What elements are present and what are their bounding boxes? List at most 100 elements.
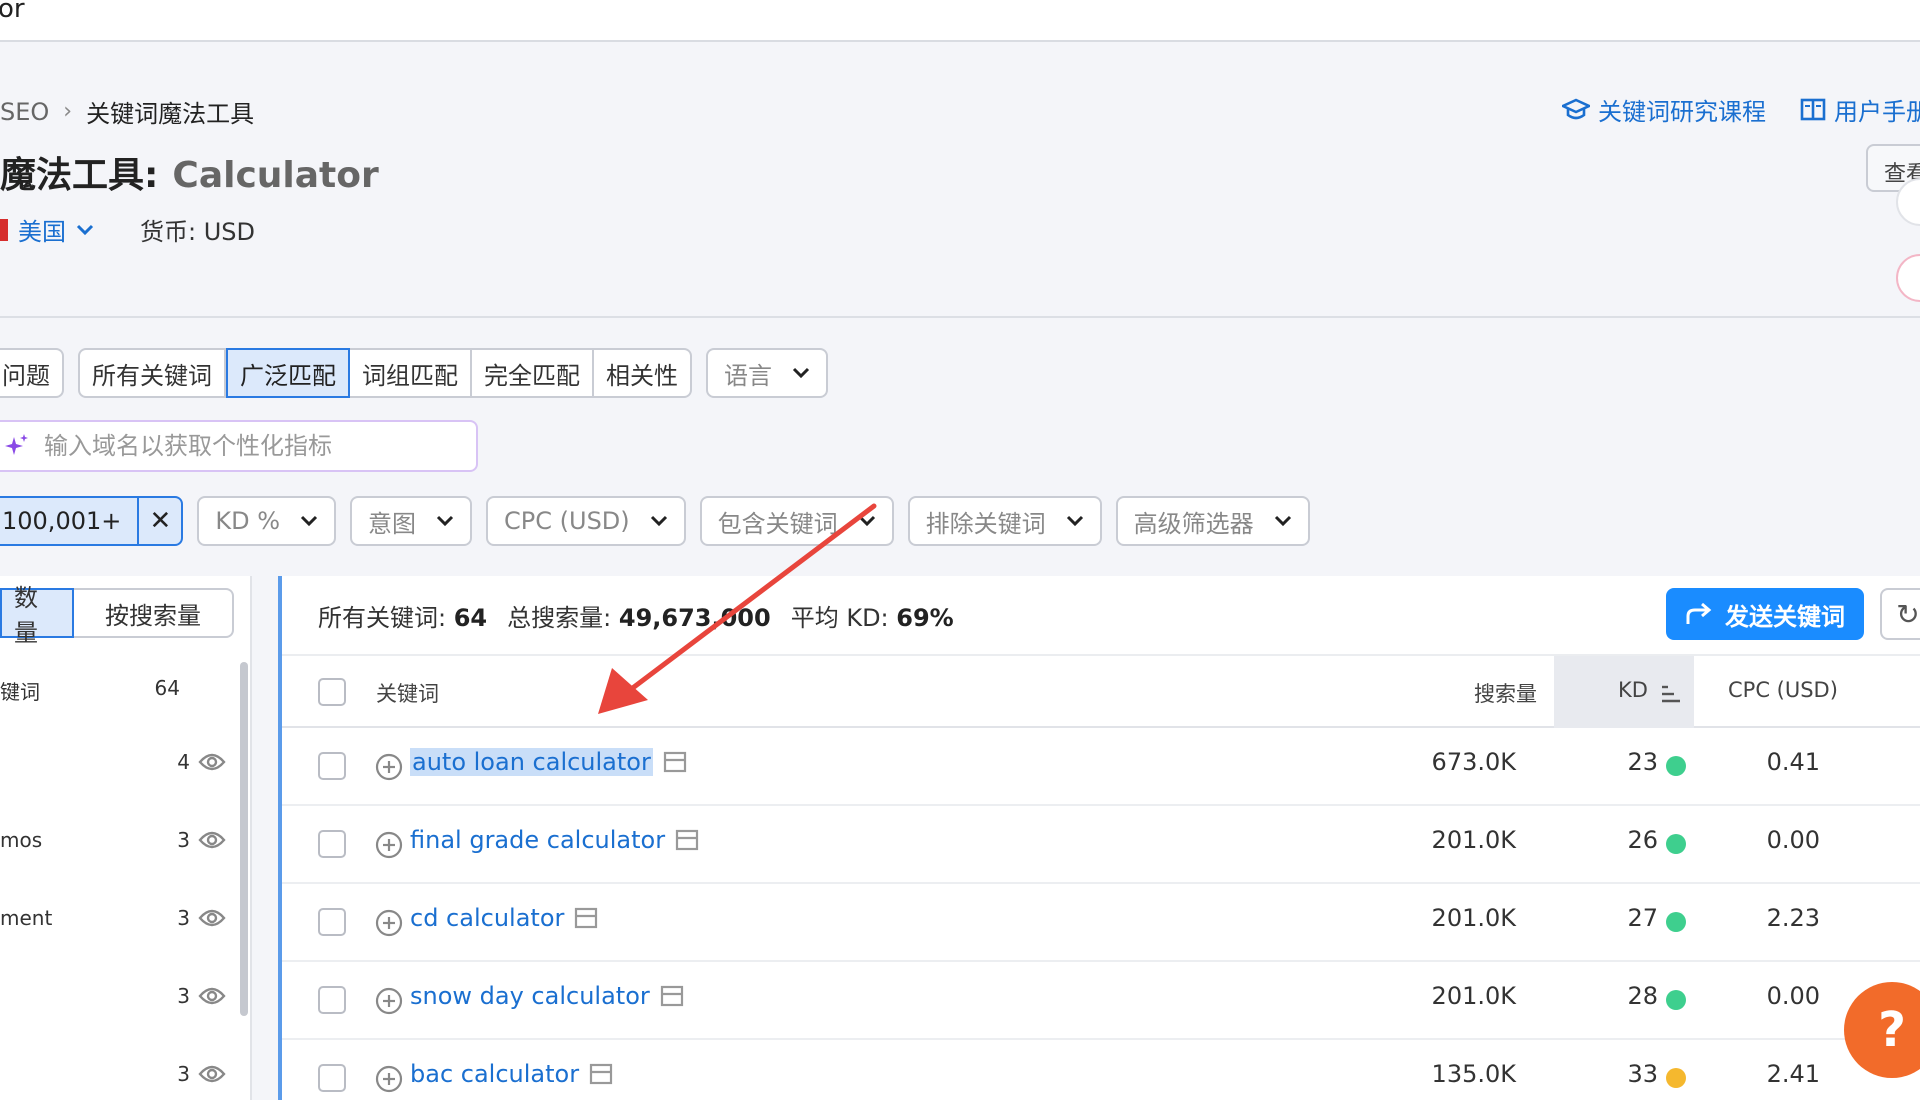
summary-kd-label: 平均 KD: [790, 604, 889, 632]
kd-status-dot [1666, 756, 1686, 776]
include-keywords-label: 包含关键词 [717, 509, 838, 538]
breadcrumb-seo[interactable]: SEO [0, 98, 49, 126]
us-flag-icon [0, 218, 8, 241]
advanced-filter-dropdown[interactable]: 高级筛选器 [1115, 496, 1310, 546]
chevron-down-icon [792, 367, 810, 379]
group-count: 64 [154, 676, 180, 700]
list-item[interactable]: ment 3 [0, 906, 240, 936]
tab-related[interactable]: 相关性 [594, 348, 692, 398]
table-row: auto loan calculator 673.0K 23 0.41 [282, 728, 1920, 806]
serp-icon[interactable] [675, 829, 699, 851]
header-kd[interactable]: KD [1618, 678, 1648, 702]
send-keywords-button[interactable]: 发送关键词 [1666, 588, 1864, 640]
keyword-link[interactable]: snow day calculator [410, 982, 684, 1010]
tab-exact-match[interactable]: 完全匹配 [472, 348, 594, 398]
row-checkbox[interactable] [318, 830, 346, 858]
keyword-course-link[interactable]: 关键词研究课程 [1562, 92, 1766, 127]
scrollbar[interactable] [240, 662, 248, 1016]
database-meta: 美国 货币: USD [0, 212, 255, 247]
graduation-cap-icon [1562, 98, 1590, 119]
summary-volume: 总搜索量: 49,673,000 [507, 598, 771, 633]
language-label: 语言 [724, 361, 772, 390]
group-count: 3 [177, 984, 190, 1008]
tab-all-keywords[interactable]: 所有关键词 [78, 348, 226, 398]
chevron-down-icon [300, 515, 318, 527]
add-circle-icon[interactable] [374, 1064, 404, 1094]
kd-value: 33 [1627, 1060, 1658, 1088]
summary-all-value: 64 [453, 604, 488, 632]
serp-icon[interactable] [663, 751, 687, 773]
keyword-text: bac calculator [410, 1060, 580, 1088]
keyword-link[interactable]: auto loan calculator [410, 748, 687, 776]
eye-icon[interactable] [198, 830, 226, 850]
country-selector[interactable]: 美国 [18, 212, 94, 247]
eye-icon[interactable] [198, 752, 226, 772]
keyword-summary: 所有关键词: 64 总搜索量: 49,673,000 平均 KD: 69% [318, 598, 954, 633]
group-count: 4 [177, 750, 190, 774]
serp-icon[interactable] [660, 985, 684, 1007]
row-checkbox[interactable] [318, 1064, 346, 1092]
eye-icon[interactable] [198, 1064, 226, 1084]
group-label: mos [0, 828, 43, 852]
add-circle-icon[interactable] [374, 986, 404, 1016]
domain-input-box [0, 420, 478, 472]
volume-value: 201.0K [1431, 904, 1516, 932]
sort-by-count-tab[interactable]: 数量 [0, 584, 74, 647]
list-item[interactable]: 3 [0, 984, 240, 1014]
cpc-filter-dropdown[interactable]: CPC (USD) [486, 496, 686, 546]
keyword-text: auto loan calculator [410, 748, 653, 776]
user-manual-link[interactable]: 用户手册 [1800, 92, 1920, 127]
header-cpc[interactable]: CPC (USD) [1728, 678, 1838, 702]
top-bar-text: or [0, 0, 25, 24]
side-avatar-button[interactable] [1896, 254, 1920, 302]
eye-icon[interactable] [198, 908, 226, 928]
row-checkbox[interactable] [318, 986, 346, 1014]
list-item[interactable]: 3 [0, 1062, 240, 1092]
tab-questions[interactable]: 问题 [0, 348, 64, 398]
serp-icon[interactable] [574, 907, 598, 929]
list-item[interactable]: 4 [0, 750, 240, 780]
send-keywords-label: 发送关键词 [1725, 602, 1845, 631]
top-bar: or [0, 0, 1920, 42]
kd-value: 27 [1627, 904, 1658, 932]
group-count: 3 [177, 1062, 190, 1086]
list-item[interactable]: mos 3 [0, 828, 240, 858]
add-circle-icon[interactable] [374, 752, 404, 782]
keyword-groups-panel: 数量 按搜索量 键词 64 4 mos 3 ment 3 3 3 [0, 576, 252, 1100]
tab-broad-match[interactable]: 广泛匹配 [226, 348, 350, 398]
list-item[interactable]: 键词 64 [0, 676, 240, 706]
cpc-value: 0.00 [1766, 982, 1820, 1010]
volume-value: 673.0K [1431, 748, 1516, 776]
header-volume[interactable]: 搜索量 [1474, 678, 1537, 708]
tab-phrase-match[interactable]: 词组匹配 [350, 348, 472, 398]
select-all-checkbox[interactable] [318, 678, 346, 706]
sort-by-volume-tab[interactable]: 按搜索量 [74, 588, 234, 638]
keyword-link[interactable]: final grade calculator [410, 826, 699, 854]
intent-filter-dropdown[interactable]: 意图 [350, 496, 473, 546]
domain-input[interactable] [44, 432, 464, 460]
refresh-icon[interactable]: ↻ [1880, 588, 1920, 640]
kd-filter-dropdown[interactable]: KD % [197, 496, 337, 546]
add-circle-icon[interactable] [374, 908, 404, 938]
chevron-down-icon [1066, 515, 1083, 527]
exclude-keywords-dropdown[interactable]: 排除关键词 [907, 496, 1102, 546]
keyword-text: final grade calculator [410, 826, 666, 854]
close-icon[interactable]: ✕ [137, 498, 181, 544]
row-checkbox[interactable] [318, 908, 346, 936]
add-circle-icon[interactable] [374, 830, 404, 860]
eye-icon[interactable] [198, 986, 226, 1006]
header-keyword[interactable]: 关键词 [376, 678, 439, 708]
language-dropdown[interactable]: 语言 [706, 348, 828, 398]
volume-value: 201.0K [1431, 982, 1516, 1010]
row-checkbox[interactable] [318, 752, 346, 780]
serp-icon[interactable] [589, 1063, 613, 1085]
sort-icon[interactable] [1660, 684, 1682, 704]
page-title: 魔法工具: Calculator [0, 146, 379, 198]
chevron-right-icon: › [63, 99, 73, 124]
volume-filter-chip[interactable]: 100,001+ ✕ [0, 496, 184, 546]
table-header: 关键词 搜索量 KD CPC (USD) [282, 654, 1920, 728]
include-keywords-dropdown[interactable]: 包含关键词 [699, 496, 894, 546]
keyword-link[interactable]: cd calculator [410, 904, 598, 932]
keyword-link[interactable]: bac calculator [410, 1060, 613, 1088]
summary-all-label: 所有关键词: [318, 604, 447, 632]
